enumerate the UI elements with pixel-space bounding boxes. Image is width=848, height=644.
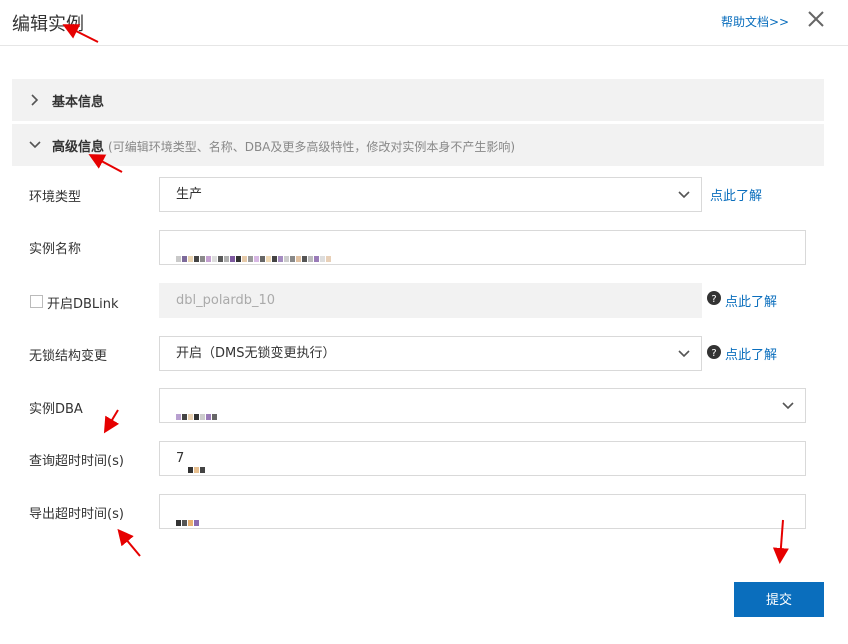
redacted-text: [188, 453, 206, 473]
redacted-text: [176, 242, 332, 262]
dialog-header: 编辑实例 帮助文档>>: [0, 0, 848, 46]
env-type-help-link[interactable]: 点此了解: [710, 185, 762, 204]
help-circle-icon[interactable]: ?: [707, 291, 721, 305]
section-advanced-title: 高级信息: [52, 140, 105, 155]
query-timeout-input[interactable]: 7: [159, 441, 806, 476]
instance-name-input[interactable]: [159, 230, 806, 265]
redacted-text: [176, 506, 200, 526]
env-type-label: 环境类型: [29, 190, 82, 205]
help-circle-icon[interactable]: ?: [707, 345, 721, 359]
section-basic-title: 基本信息: [52, 95, 105, 110]
section-advanced-hint: (可编辑环境类型、名称、DBA及更多高级特性，修改对实例本身不产生影响): [108, 140, 516, 154]
env-type-select[interactable]: 生产: [159, 177, 702, 212]
section-basic-info[interactable]: 基本信息: [12, 79, 824, 121]
chevron-right-icon: [31, 94, 39, 106]
instance-name-label: 实例名称: [29, 242, 82, 257]
dblink-placeholder: dbl_polardb_10: [176, 293, 276, 308]
env-type-value: 生产: [176, 187, 203, 202]
svg-text:?: ?: [711, 294, 716, 305]
chevron-down-icon: [782, 402, 794, 410]
dblink-label: 开启DBLink: [47, 297, 119, 312]
chevron-down-icon: [678, 350, 690, 358]
annotation-arrow: [103, 409, 120, 434]
dialog-title: 编辑实例: [12, 14, 84, 35]
lockless-value: 开启（DMS无锁变更执行）: [176, 346, 336, 361]
chevron-down-icon: [678, 191, 690, 199]
close-icon[interactable]: [805, 8, 827, 30]
lockless-label: 无锁结构变更: [29, 349, 108, 364]
lockless-select[interactable]: 开启（DMS无锁变更执行）: [159, 336, 702, 371]
dblink-help-link[interactable]: 点此了解: [725, 291, 777, 310]
help-docs-link[interactable]: 帮助文档>>: [721, 13, 789, 30]
query-timeout-label: 查询超时时间(s): [29, 454, 124, 469]
dblink-checkbox[interactable]: [30, 295, 43, 308]
dba-label: 实例DBA: [29, 402, 83, 417]
query-timeout-value: 7: [176, 451, 185, 466]
lockless-help-link[interactable]: 点此了解: [725, 344, 777, 363]
export-timeout-input[interactable]: [159, 494, 806, 529]
section-advanced-info[interactable]: 高级信息 (可编辑环境类型、名称、DBA及更多高级特性，修改对实例本身不产生影响): [12, 124, 824, 166]
export-timeout-label: 导出超时时间(s): [29, 507, 124, 522]
submit-button[interactable]: 提交: [734, 582, 824, 617]
chevron-down-icon: [29, 141, 41, 149]
redacted-text: [176, 400, 218, 420]
annotation-arrow: [117, 528, 141, 557]
dblink-name-input: dbl_polardb_10: [159, 283, 702, 318]
svg-text:?: ?: [711, 348, 716, 359]
dba-select[interactable]: [159, 388, 806, 423]
